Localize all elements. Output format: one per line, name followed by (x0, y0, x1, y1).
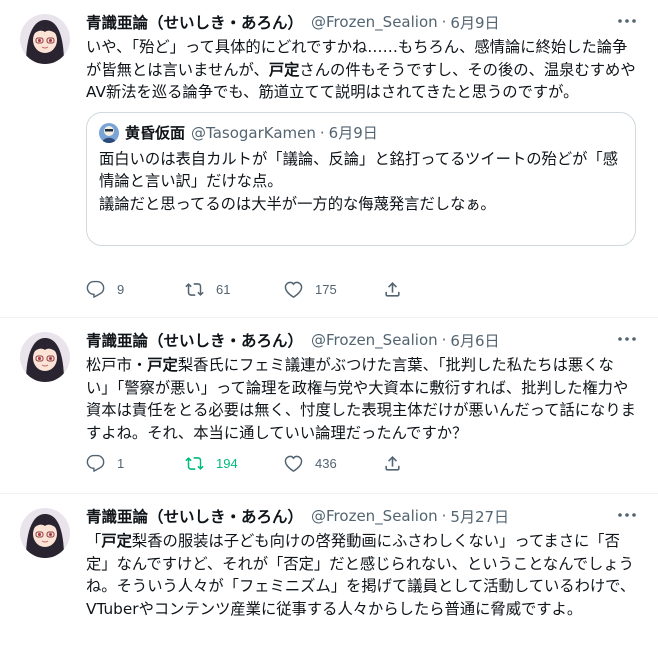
quoted-tweet-header: 黄昏仮面 @TasogarKamen · 6月9日 (99, 122, 623, 144)
more-icon[interactable] (618, 330, 636, 344)
reply-count: 9 (117, 282, 125, 297)
reply-count: 1 (117, 456, 125, 471)
tweet-text: いや、「殆ど」って具体的にどれですかね……もちろん、感情論に終始した論争が皆無と… (86, 38, 636, 101)
display-name[interactable]: 青識亜論（せいしき・あろん） (86, 329, 303, 351)
reply-button[interactable]: 1 (86, 454, 185, 473)
tweet[interactable]: 青識亜論（せいしき・あろん） @Frozen_Sealion · 6月6日 松戸… (0, 318, 658, 494)
tweet-date[interactable]: 6月6日 (450, 330, 499, 351)
reply-button[interactable]: 9 (86, 280, 185, 299)
retweet-count: 194 (216, 456, 238, 471)
tweet-date[interactable]: 6月9日 (450, 12, 499, 33)
more-icon[interactable] (618, 506, 636, 520)
highlighted-term: 戸定 (101, 532, 132, 550)
timeline: 青識亜論（せいしき・あろん） @Frozen_Sealion · 6月9日 いや… (0, 0, 658, 658)
highlighted-term: 戸定 (147, 356, 178, 374)
like-button[interactable]: 436 (284, 454, 383, 473)
avatar[interactable] (20, 14, 70, 64)
user-handle[interactable]: @Frozen_Sealion (311, 331, 438, 349)
retweet-count: 61 (216, 282, 231, 297)
tweet-text: 松戸市・戸定梨香氏にフェミ議連がぶつけた言葉、「批判した私たちは悪くない」「警察… (86, 356, 636, 442)
share-button[interactable] (383, 280, 482, 299)
tweet-content: 青識亜論（せいしき・あろん） @Frozen_Sealion · 6月9日 いや… (86, 10, 636, 246)
tweet-header: 青識亜論（せいしき・あろん） @Frozen_Sealion · 6月6日 (86, 328, 636, 352)
quoted-tweet-text: 面白いのは表自カルトが「議論、反論」と銘打ってるツイートの殆どが「感情論と言い訳… (99, 149, 619, 213)
tweet-text: 「戸定梨香の服装は子ども向けの啓発動画にふさわしくない」ってまさに「否定」なんで… (86, 532, 636, 618)
retweet-icon (185, 457, 204, 470)
retweet-button[interactable]: 61 (185, 280, 284, 299)
retweet-button[interactable]: 194 (185, 454, 284, 473)
retweet-icon (185, 283, 204, 296)
separator-dot: · (441, 507, 447, 525)
user-handle[interactable]: @Frozen_Sealion (311, 507, 438, 525)
more-icon[interactable] (618, 12, 636, 26)
highlighted-term: 戸定 (268, 60, 300, 79)
separator-dot: · (441, 13, 447, 31)
user-handle[interactable]: @Frozen_Sealion (311, 13, 438, 31)
tweet-date[interactable]: 5月27日 (450, 506, 509, 527)
quoted-tweet[interactable]: 黄昏仮面 @TasogarKamen · 6月9日 面白いのは表自カルトが「議論… (86, 111, 636, 246)
avatar[interactable] (20, 508, 70, 558)
reply-icon (86, 454, 105, 472)
tweet[interactable]: 青識亜論（せいしき・あろん） @Frozen_Sealion · 5月27日 「… (0, 494, 658, 658)
display-name[interactable]: 青識亜論（せいしき・あろん） (86, 505, 303, 527)
quoted-avatar (99, 122, 119, 143)
like-icon (284, 281, 303, 298)
like-count: 175 (315, 282, 337, 297)
avatar[interactable] (20, 332, 70, 382)
separator-dot: · (441, 331, 447, 349)
action-bar: 1 194 436 (86, 454, 556, 473)
quoted-tweet-date: 6月9日 (328, 124, 378, 142)
share-button[interactable] (383, 454, 482, 473)
reply-icon (86, 280, 105, 298)
tweet-header: 青識亜論（せいしき・あろん） @Frozen_Sealion · 6月9日 (86, 10, 636, 34)
like-icon (284, 455, 303, 472)
action-bar: 9 61 175 (86, 280, 556, 299)
tweet-content: 青識亜論（せいしき・あろん） @Frozen_Sealion · 6月6日 松戸… (86, 328, 636, 444)
display-name[interactable]: 青識亜論（せいしき・あろん） (86, 11, 303, 33)
quoted-user-handle: @TasogarKamen (191, 123, 316, 142)
quoted-display-name: 黄昏仮面 (125, 124, 186, 142)
separator-dot: · (319, 123, 325, 142)
share-icon (385, 282, 400, 297)
like-count: 436 (315, 456, 337, 471)
share-icon (385, 456, 400, 471)
tweet[interactable]: 青識亜論（せいしき・あろん） @Frozen_Sealion · 6月9日 いや… (0, 0, 658, 318)
tweet-content: 青識亜論（せいしき・あろん） @Frozen_Sealion · 5月27日 「… (86, 504, 636, 620)
like-button[interactable]: 175 (284, 280, 383, 299)
tweet-header: 青識亜論（せいしき・あろん） @Frozen_Sealion · 5月27日 (86, 504, 636, 528)
